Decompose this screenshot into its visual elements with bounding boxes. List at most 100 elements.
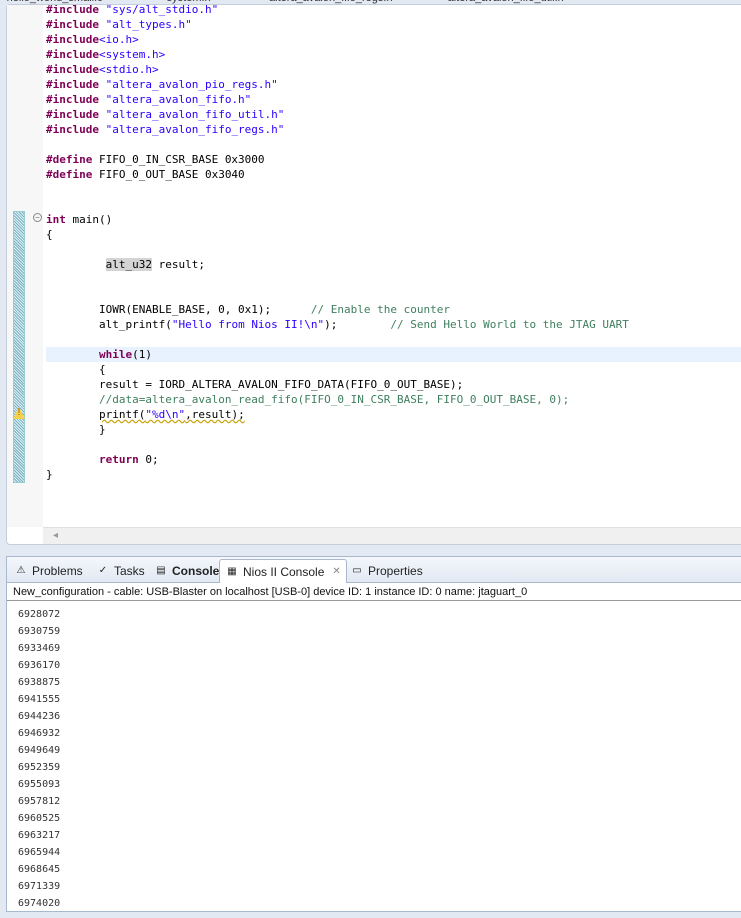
code-token: main()	[72, 213, 113, 226]
code-token: alt_printf(	[46, 318, 172, 331]
code-token: result;	[151, 258, 205, 271]
code-token: IOWR(ENABLE_BASE, 0, 0x1);	[46, 303, 311, 316]
problems-icon: ⚠	[16, 565, 26, 576]
code-token: #include	[46, 63, 99, 76]
code-line: alt_u32 result;	[46, 257, 741, 272]
code-line: #define FIFO_0_OUT_BASE 0x3040	[46, 167, 741, 182]
code-line: #include "sys/alt_stdio.h"	[46, 5, 741, 17]
code-line: #include<stdio.h>	[46, 62, 741, 77]
console-line: 6971339	[18, 881, 61, 892]
code-line: alt_printf("Hello from Nios II!\n"); // …	[46, 317, 741, 332]
code-token: FIFO_0_OUT_BASE 0x3040	[98, 168, 245, 181]
tab-properties[interactable]: ▭ Properties	[345, 559, 428, 583]
code-token: 0;	[145, 453, 159, 466]
tab-problems[interactable]: ⚠ Problems	[9, 559, 88, 583]
code-token: FIFO_0_IN_CSR_BASE 0x3000	[98, 153, 265, 166]
code-token: //data=altera_avalon_read_fifo(FIFO_0_IN…	[98, 393, 570, 406]
code-token: #include	[46, 78, 106, 91]
console-line: 6957812	[18, 796, 61, 807]
console-line: 6946932	[18, 728, 61, 739]
code-editor[interactable]: ! − #include "sys/alt_stdio.h" #include "…	[6, 4, 741, 545]
code-token: #include	[46, 5, 106, 16]
code-token: (1)	[132, 348, 152, 361]
code-token: #define	[46, 168, 99, 181]
code-token: #include	[46, 48, 99, 61]
console-panel: ⚠ Problems ✓ Tasks ▤ Console ▦ Nios II Console ✕…	[6, 556, 741, 912]
console-icon: ▤	[156, 565, 166, 576]
console-line: 6968645	[18, 864, 61, 875]
code-line: printf("%d\n",result);	[46, 407, 741, 422]
tab-nios-ii-console[interactable]: ▦ Nios II Console ✕	[219, 559, 347, 583]
console-line: 6938875	[18, 677, 61, 688]
close-icon[interactable]: ✕	[332, 560, 340, 584]
connection-info: New_configuration - cable: USB-Blaster o…	[13, 586, 528, 598]
code-token: "altera_avalon_fifo.h"	[105, 93, 252, 106]
code-token: printf(	[98, 408, 146, 421]
change-marker	[13, 211, 25, 483]
code-token: );	[324, 318, 391, 331]
code-area[interactable]: #include "sys/alt_stdio.h" #include "alt_…	[46, 5, 741, 527]
code-token: "altera_avalon_fifo_util.h"	[105, 108, 285, 121]
code-line: }	[46, 467, 741, 482]
nios-console-icon: ▦	[227, 565, 237, 577]
code-token: "sys/alt_stdio.h"	[105, 5, 219, 16]
code-token: {	[46, 228, 53, 241]
tab-label: Nios II Console	[243, 564, 325, 579]
code-line: #include "altera_avalon_pio_regs.h"	[46, 77, 741, 92]
code-token: {	[46, 363, 106, 376]
console-line: 6936170	[18, 660, 61, 671]
code-token: }	[46, 423, 106, 436]
code-token: <io.h>	[98, 33, 139, 46]
code-line: int main()	[46, 212, 741, 227]
console-line: 6963217	[18, 830, 61, 841]
code-line: #include "altera_avalon_fifo_util.h"	[46, 107, 741, 122]
tab-tasks[interactable]: ✓ Tasks	[91, 559, 150, 583]
console-line: 6952359	[18, 762, 61, 773]
console-line: 6941555	[18, 694, 61, 705]
code-line: #include "altera_avalon_fifo.h"	[46, 92, 741, 107]
console-line: 6944236	[18, 711, 61, 722]
code-token: ,result);	[185, 408, 245, 421]
code-token: #include	[46, 123, 106, 136]
code-token: <system.h>	[98, 48, 166, 61]
scroll-left-icon[interactable]: ◂	[53, 530, 58, 541]
code-token: "Hello from Nios II!\n"	[171, 318, 325, 331]
code-token: "altera_avalon_fifo_regs.h"	[105, 123, 285, 136]
code-line: return 0;	[46, 452, 741, 467]
code-line: {	[46, 362, 741, 377]
console-line: 6933469	[18, 643, 61, 654]
code-line: #include "alt_types.h"	[46, 17, 741, 32]
code-token: int	[46, 213, 73, 226]
code-line: {	[46, 227, 741, 242]
fold-collapse-icon[interactable]: −	[33, 213, 42, 222]
code-line: IOWR(ENABLE_BASE, 0, 0x1); // Enable the…	[46, 302, 741, 317]
code-line: #include "altera_avalon_fifo_regs.h"	[46, 122, 741, 137]
code-token: // Enable the counter	[310, 303, 450, 316]
code-line: #define FIFO_0_IN_CSR_BASE 0x3000	[46, 152, 741, 167]
horizontal-scrollbar[interactable]: ◂	[43, 527, 741, 544]
code-token: }	[46, 468, 53, 481]
tab-console[interactable]: ▤ Console	[149, 559, 224, 583]
code-token: result = IORD_ALTERA_AVALON_FIFO_DATA(FI…	[46, 378, 464, 391]
code-token: while	[98, 348, 133, 361]
tasks-icon: ✓	[98, 565, 108, 576]
console-output[interactable]: 6925375692807269307596933469693617069388…	[7, 600, 741, 906]
code-token: "%d\n"	[145, 408, 186, 421]
console-line: 6960525	[18, 813, 61, 824]
tab-label: Problems	[32, 564, 83, 578]
code-line: result = IORD_ALTERA_AVALON_FIFO_DATA(FI…	[46, 377, 741, 392]
code-token: "alt_types.h"	[105, 18, 192, 31]
console-line: 6928072	[18, 609, 61, 620]
properties-icon: ▭	[352, 565, 362, 576]
code-token: #include	[46, 18, 106, 31]
